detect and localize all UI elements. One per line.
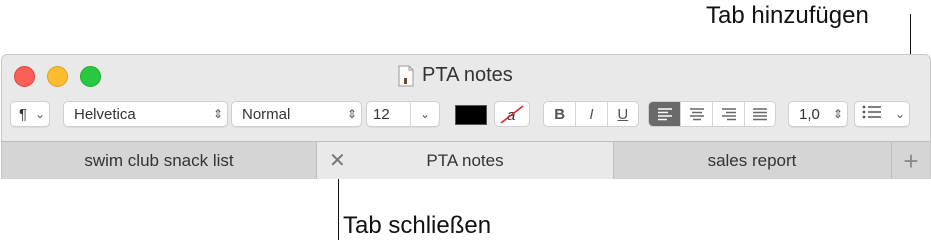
align-center-button[interactable] xyxy=(681,102,714,126)
format-toolbar: ¶ ⌄ Helvetica ⇕ Normal ⇕ 12 ⌄ a B I U xyxy=(2,99,930,133)
font-size-combobox[interactable]: 12 ⌄ xyxy=(366,101,440,127)
line-spacing-value: 1,0 xyxy=(799,105,820,123)
document-icon xyxy=(398,65,414,87)
close-window-button[interactable] xyxy=(14,66,35,87)
zoom-window-button[interactable] xyxy=(80,66,101,87)
align-right-icon xyxy=(721,108,736,121)
paragraph-styles-menu[interactable]: ¶ ⌄ xyxy=(10,101,50,127)
font-family-value: Helvetica xyxy=(74,105,136,123)
tab-label: sales report xyxy=(707,151,797,170)
close-tab-button[interactable]: ✕ xyxy=(329,151,346,171)
list-bullets-menu[interactable]: ⌄ xyxy=(854,101,910,127)
line-spacing-popup[interactable]: 1,0 ⇕ xyxy=(788,101,848,127)
up-down-chevron-icon: ⇕ xyxy=(832,107,844,121)
chevron-down-icon: ⌄ xyxy=(894,107,906,121)
typeface-popup[interactable]: Normal ⇕ xyxy=(231,101,362,127)
no-background-color-icon: a xyxy=(500,105,524,124)
add-tab-callout: Tab hinzufügen xyxy=(706,2,869,29)
title-bar: PTA notes xyxy=(2,55,930,95)
italic-button[interactable]: I xyxy=(576,102,608,126)
paragraph-styles-symbol: ¶ xyxy=(19,105,28,123)
alignment-buttons xyxy=(648,101,776,127)
align-left-button[interactable] xyxy=(649,102,682,126)
plus-icon: + xyxy=(903,145,919,176)
add-tab-button[interactable]: + xyxy=(891,142,930,179)
font-family-popup[interactable]: Helvetica ⇕ xyxy=(63,101,228,127)
chevron-down-icon: ⌄ xyxy=(34,107,46,121)
textedit-window: PTA notes ¶ ⌄ Helvetica ⇕ Normal ⇕ 12 ⌄ … xyxy=(1,54,931,179)
underline-button[interactable]: U xyxy=(608,102,638,126)
up-down-chevron-icon: ⇕ xyxy=(212,107,224,121)
typeface-value: Normal xyxy=(242,105,291,123)
tab-label: swim club snack list xyxy=(84,151,234,170)
window-title: PTA notes xyxy=(398,64,513,87)
bulleted-list-icon xyxy=(855,105,891,123)
align-right-button[interactable] xyxy=(713,102,745,126)
close-tab-callout: Tab schließen xyxy=(343,212,492,239)
up-down-chevron-icon: ⇕ xyxy=(346,107,358,121)
tab-sales-report[interactable]: sales report xyxy=(614,142,890,179)
tab-pta-notes[interactable]: ✕ PTA notes xyxy=(316,142,614,179)
chevron-down-icon[interactable]: ⌄ xyxy=(410,102,439,126)
minimize-window-button[interactable] xyxy=(47,66,68,87)
window-title-text: PTA notes xyxy=(422,64,513,86)
tab-swim-club-snack-list[interactable]: swim club snack list xyxy=(2,142,316,179)
justify-button[interactable] xyxy=(745,102,775,126)
background-color-button[interactable]: a xyxy=(494,101,530,127)
justify-icon xyxy=(752,108,767,121)
text-color-well[interactable] xyxy=(455,105,487,125)
tab-bar: swim club snack list ✕ PTA notes sales r… xyxy=(2,141,930,179)
bold-button[interactable]: B xyxy=(544,102,577,126)
align-left-icon xyxy=(657,108,672,121)
text-style-buttons: B I U xyxy=(543,101,639,127)
tab-label: PTA notes xyxy=(426,151,504,170)
font-size-value[interactable]: 12 xyxy=(367,106,410,123)
align-center-icon xyxy=(689,108,704,121)
